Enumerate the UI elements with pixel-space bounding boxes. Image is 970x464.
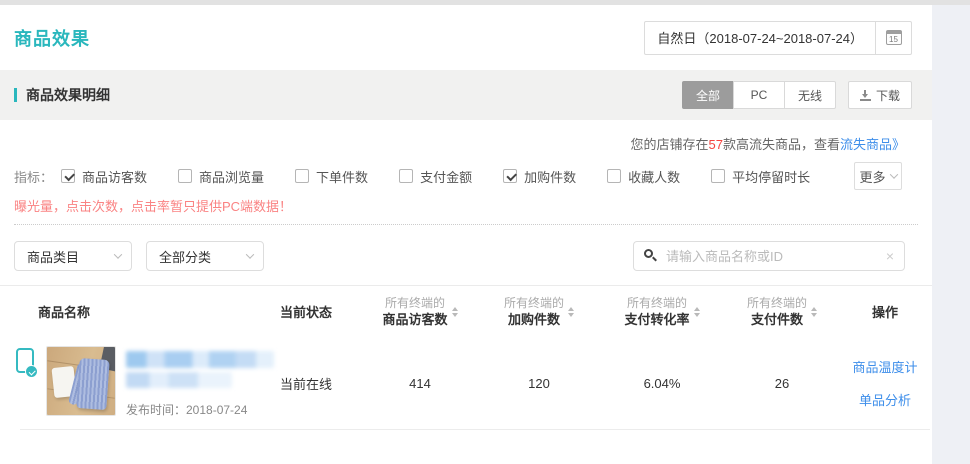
churn-products-link[interactable]: 流失商品》 [840,137,905,152]
page-background-strip [932,5,970,464]
checkbox-icon[interactable] [178,169,192,183]
page-header: 商品效果 自然日（2018-07-24~2018-07-24） 15 [0,5,932,70]
mobile-online-icon [16,348,40,380]
notice-prefix: 您的店铺存在 [630,137,708,152]
single-item-analysis-link[interactable]: 单品分析 [859,390,911,409]
search-input[interactable] [666,249,886,264]
subcategory-select-value: 全部分类 [159,247,211,266]
product-effect-page: 商品效果 自然日（2018-07-24~2018-07-24） 15 商品效果明… [0,0,970,464]
terminal-tab-group: 全部 PC 无线 [682,81,836,109]
metric-payment-amount[interactable]: 支付金额 [399,167,472,186]
sort-icon[interactable] [452,307,458,317]
sort-icon[interactable] [811,307,817,317]
date-range-picker[interactable]: 自然日（2018-07-24~2018-07-24） 15 [644,21,912,55]
row-visitors-value: 414 [360,376,480,391]
checkbox-icon[interactable] [607,169,621,183]
search-icon [644,249,658,263]
more-label: 更多 [859,167,885,186]
table-row: 发布时间：2018-07-24 当前在线 414 120 6.04% 26 商品… [0,337,932,429]
publish-time: 发布时间：2018-07-24 [126,401,274,418]
download-label: 下载 [876,87,900,104]
category-select-value: 商品类目 [27,247,79,266]
blurred-product-name-line1 [126,351,274,368]
row-cart-value: 120 [480,376,598,391]
product-table: 商品名称 当前状态 所有终端的 商品访客数 所有终端的 [0,285,932,430]
churn-notice: 您的店铺存在57款高流失商品，查看流失商品》 [0,136,932,154]
checkbox-checked-icon[interactable] [503,169,517,183]
section-accent-bar [14,88,17,102]
row-divider [20,429,930,430]
product-thumbnail[interactable] [46,346,116,416]
row-conversion-value: 6.04% [598,376,726,391]
tab-wireless[interactable]: 无线 [784,81,836,109]
product-name-block[interactable]: 发布时间：2018-07-24 [126,346,274,418]
metrics-label: 指标： [14,167,53,186]
checkbox-icon[interactable] [295,169,309,183]
col-header-status: 当前状态 [270,302,360,321]
tab-all[interactable]: 全部 [682,81,734,109]
subcategory-select[interactable]: 全部分类 [146,241,264,271]
section-title: 商品效果明细 [26,85,110,105]
calendar-button[interactable]: 15 [875,22,911,54]
metric-favorites[interactable]: 收藏人数 [607,167,680,186]
calendar-icon: 15 [886,30,902,45]
product-search-box[interactable]: × [633,241,905,271]
more-metrics-button[interactable]: 更多 [854,162,902,190]
section-band: 商品效果明细 全部 PC 无线 下载 [0,70,932,120]
category-select[interactable]: 商品类目 [14,241,132,271]
churn-count: 57 [709,137,723,152]
filter-row: 商品类目 全部分类 × [0,241,932,271]
product-thermometer-link[interactable]: 商品温度计 [852,357,917,376]
chevron-down-icon [246,250,254,258]
sort-icon[interactable] [568,307,574,317]
col-header-cart-sort[interactable]: 所有终端的 加购件数 [504,295,574,328]
chevron-down-icon [114,250,122,258]
download-icon [860,90,871,101]
tab-pc[interactable]: PC [733,81,785,109]
metric-cart-items[interactable]: 加购件数 [503,167,576,186]
col-header-visitors-sort[interactable]: 所有终端的 商品访客数 [382,295,457,328]
metric-avg-stay-time[interactable]: 平均停留时长 [711,167,810,186]
date-range-value: 自然日（2018-07-24~2018-07-24） [645,22,875,54]
page-title: 商品效果 [14,25,90,51]
metric-product-views[interactable]: 商品浏览量 [178,167,264,186]
checkbox-checked-icon[interactable] [61,169,75,183]
col-header-action: 操作 [838,302,932,321]
row-status: 当前在线 [270,374,360,393]
pc-data-note: 曝光量，点击次数，点击率暂只提供PC端数据！ [0,196,932,215]
col-header-conversion-sort[interactable]: 所有终端的 支付转化率 [624,295,699,328]
checkbox-icon[interactable] [711,169,725,183]
col-header-paid-sort[interactable]: 所有终端的 支付件数 [747,295,817,328]
download-button[interactable]: 下载 [848,81,912,109]
calendar-day-number: 15 [887,35,901,45]
col-header-product-name: 商品名称 [16,302,270,321]
dotted-divider [14,224,918,225]
blurred-product-name-line2 [126,372,232,388]
clear-icon[interactable]: × [886,248,894,264]
table-header-row: 商品名称 当前状态 所有终端的 商品访客数 所有终端的 [0,285,932,337]
metric-order-items[interactable]: 下单件数 [295,167,368,186]
checkbox-icon[interactable] [399,169,413,183]
metric-product-visitors[interactable]: 商品访客数 [61,167,147,186]
chevron-down-icon [889,170,897,178]
sort-icon[interactable] [694,307,700,317]
row-paid-value: 26 [726,376,838,391]
metric-selector-row: 指标： 商品访客数 商品浏览量 下单件数 支付金额 加购件数 [0,162,932,190]
notice-middle: 款高流失商品，查看 [723,137,840,152]
